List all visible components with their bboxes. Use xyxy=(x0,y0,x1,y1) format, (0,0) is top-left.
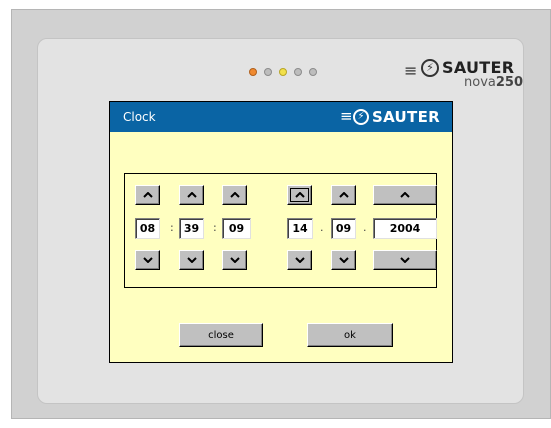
sauter-logo-icon: ⚡ xyxy=(421,59,439,77)
minutes-down-button[interactable] xyxy=(179,250,204,270)
chevron-down-icon xyxy=(400,257,410,263)
chevron-up-icon xyxy=(229,192,240,198)
device-model-number: 250 xyxy=(495,75,523,90)
sauter-logo-icon: ⚡ xyxy=(353,109,369,125)
day-field[interactable]: 14 xyxy=(287,218,313,239)
hours-field[interactable]: 08 xyxy=(135,218,160,239)
minutes-up-button[interactable] xyxy=(179,185,204,205)
chevron-down-icon xyxy=(338,257,349,263)
clock-dialog: Clock ≡ ⚡ SAUTER 08 : 39 : 09 14 . 09 . … xyxy=(109,101,453,363)
chevron-up-icon xyxy=(400,192,410,198)
month-down-button[interactable] xyxy=(331,250,356,270)
device-logo: ≡ ⚡ SAUTER nova250 xyxy=(404,56,523,90)
year-field[interactable]: 2004 xyxy=(373,218,437,239)
chevron-up-icon xyxy=(186,192,197,198)
chevron-up-icon xyxy=(142,192,153,198)
status-led-2 xyxy=(264,68,272,76)
time-separator: : xyxy=(170,221,174,234)
dialog-titlebar: Clock ≡ ⚡ SAUTER xyxy=(110,102,452,132)
minutes-field[interactable]: 39 xyxy=(179,218,204,239)
seconds-up-button[interactable] xyxy=(222,185,247,205)
status-led-5 xyxy=(309,68,317,76)
close-button[interactable]: close xyxy=(179,323,263,347)
chevron-down-icon xyxy=(229,257,240,263)
year-down-button[interactable] xyxy=(373,250,437,270)
chevron-up-icon xyxy=(338,192,349,198)
hours-down-button[interactable] xyxy=(135,250,160,270)
chevron-down-icon xyxy=(186,257,197,263)
chevron-down-icon xyxy=(294,257,305,263)
dialog-title: Clock xyxy=(123,110,156,124)
year-up-button[interactable] xyxy=(373,185,437,205)
day-down-button[interactable] xyxy=(287,250,312,270)
device-model-prefix: nova xyxy=(464,75,496,90)
dialog-logo: ≡ ⚡ SAUTER xyxy=(340,108,450,128)
status-led-1 xyxy=(249,68,257,76)
chevron-up-icon xyxy=(294,192,305,198)
day-up-button[interactable] xyxy=(287,185,312,205)
status-leds xyxy=(249,68,317,76)
time-separator: : xyxy=(213,221,217,234)
dialog-brand-name: SAUTER xyxy=(372,108,440,126)
date-separator: . xyxy=(320,221,324,234)
device-model: nova250 xyxy=(464,75,523,90)
seconds-field[interactable]: 09 xyxy=(222,218,251,239)
status-led-4 xyxy=(294,68,302,76)
month-field[interactable]: 09 xyxy=(331,218,356,239)
ok-button[interactable]: ok xyxy=(307,323,393,347)
status-led-3 xyxy=(279,68,287,76)
month-up-button[interactable] xyxy=(331,185,356,205)
hours-up-button[interactable] xyxy=(135,185,160,205)
seconds-down-button[interactable] xyxy=(222,250,247,270)
date-separator: . xyxy=(363,221,367,234)
chevron-down-icon xyxy=(142,257,153,263)
logo-lines-icon: ≡ xyxy=(404,61,418,80)
logo-lines-icon: ≡ xyxy=(340,107,353,125)
